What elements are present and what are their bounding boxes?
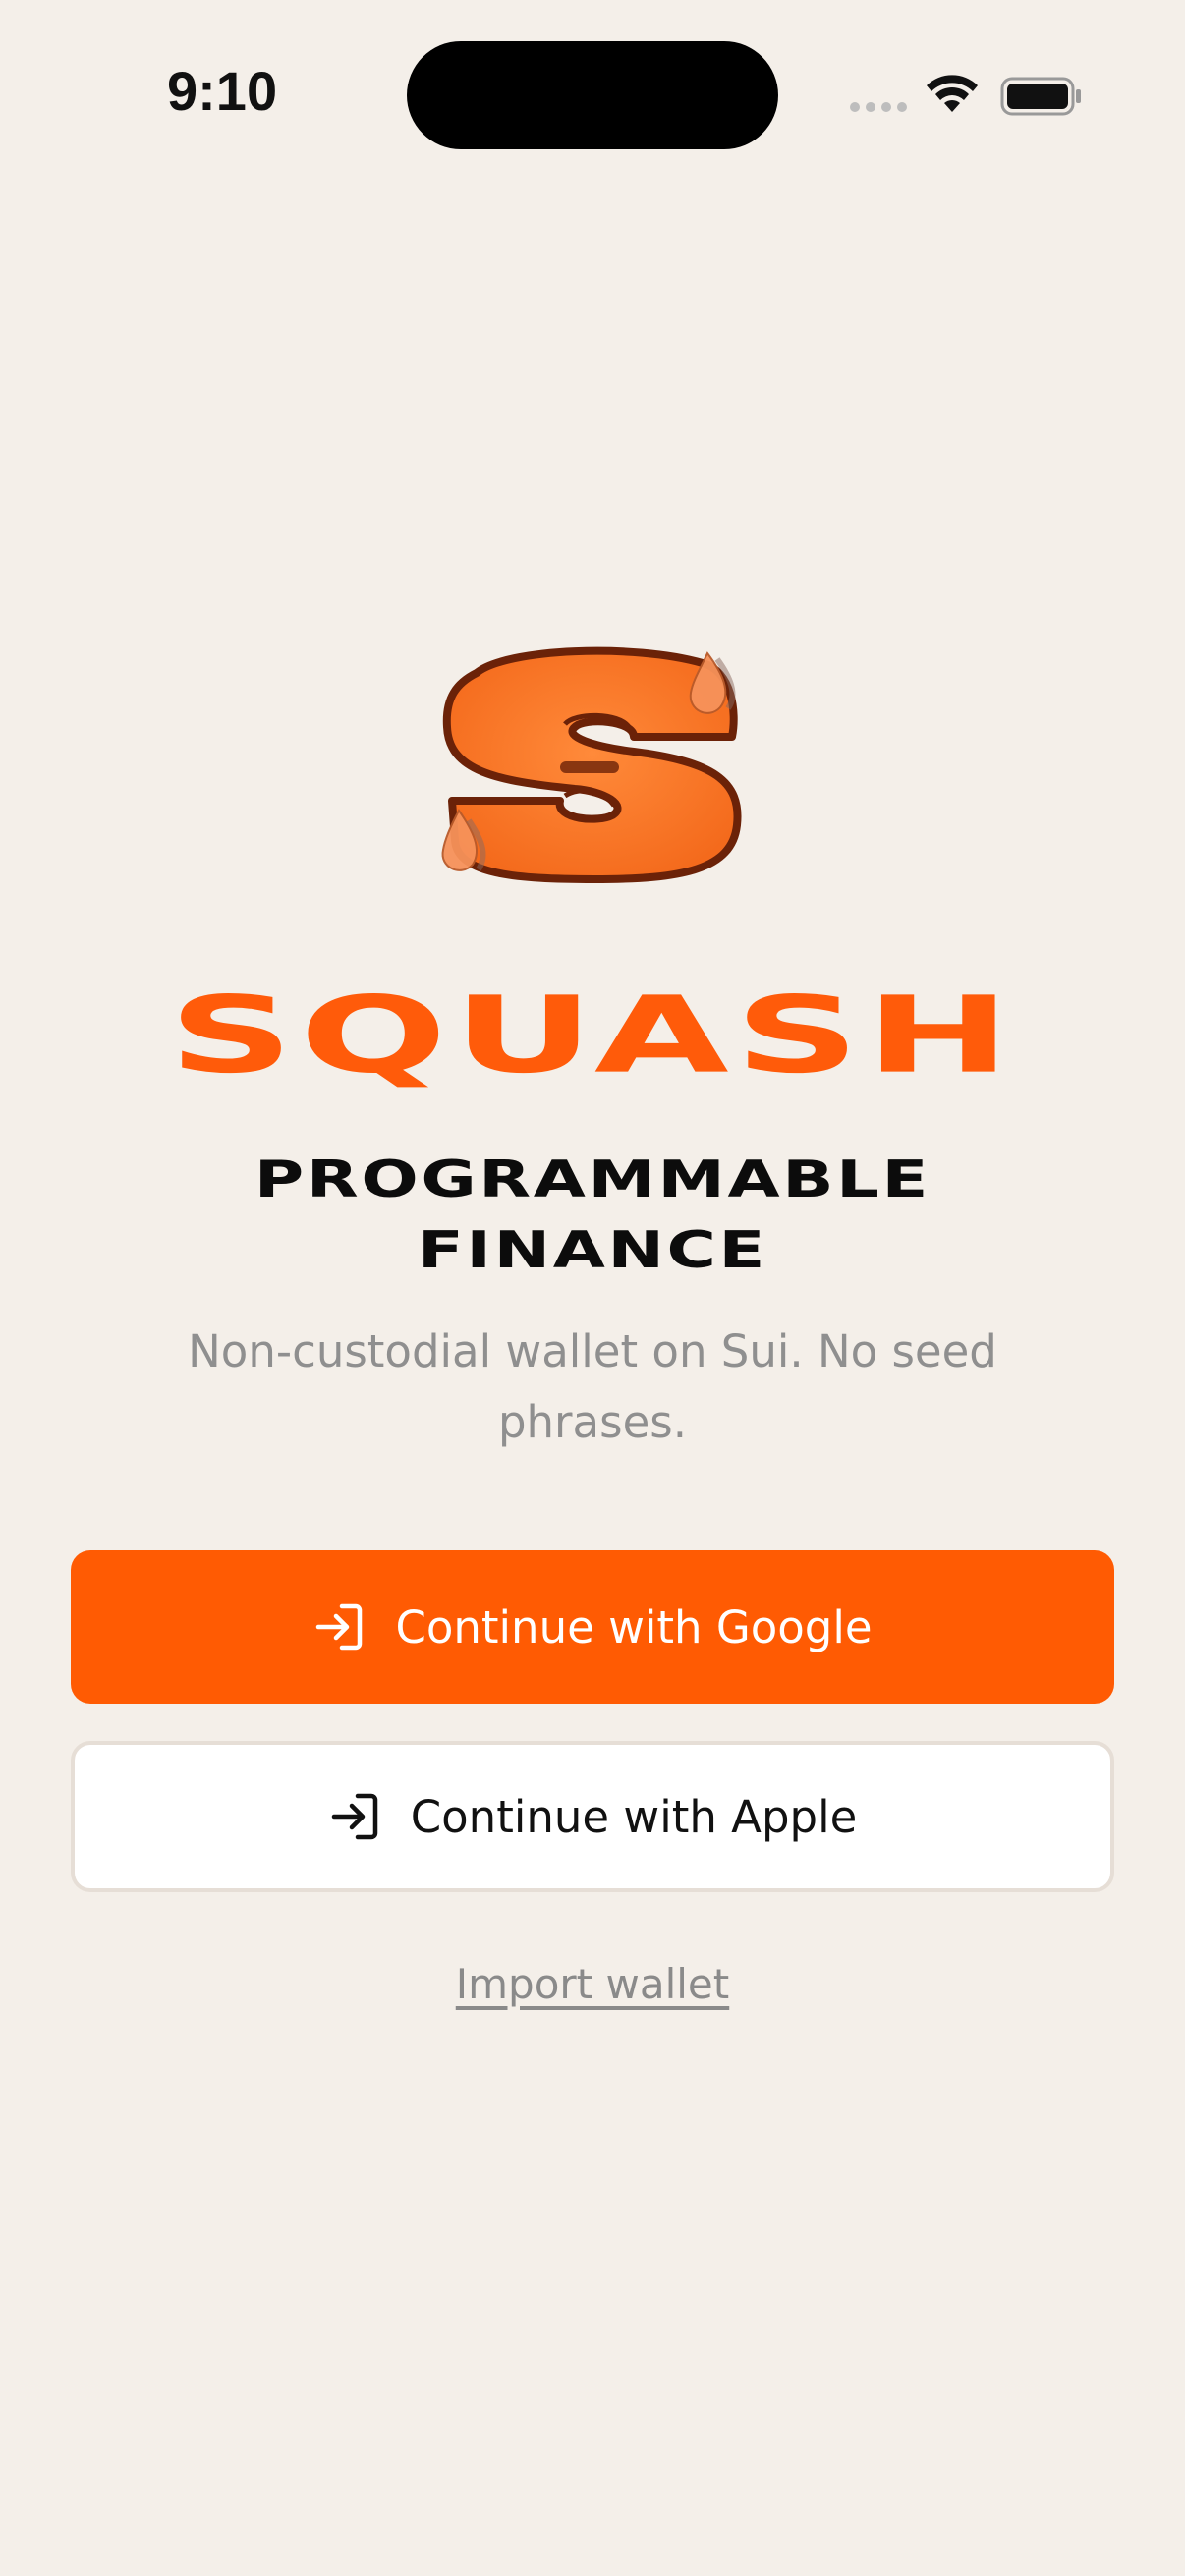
google-button-label: Continue with Google <box>395 1600 873 1653</box>
apple-button-label: Continue with Apple <box>410 1790 858 1843</box>
tagline: PROGRAMMABLE FINANCE <box>0 1145 1185 1286</box>
cellular-signal-icon <box>850 102 907 112</box>
squash-s-logo <box>441 646 742 883</box>
login-arrow-icon <box>316 1603 363 1651</box>
subtitle: Non-custodial wallet on Sui. No seed phr… <box>188 1325 997 1448</box>
status-time: 9:10 <box>167 60 278 122</box>
continue-with-apple-button[interactable]: Continue with Apple <box>71 1741 1114 1892</box>
wifi-icon <box>927 75 978 112</box>
brand-title: SQUASH <box>168 974 1017 1097</box>
continue-with-google-button[interactable]: Continue with Google <box>71 1550 1114 1704</box>
dynamic-island <box>407 41 778 149</box>
import-wallet-link[interactable]: Import wallet <box>0 1960 1185 2008</box>
login-arrow-icon <box>331 1793 377 1840</box>
login-screen: 9:10 SQUASH PROGRAMMABLE FINANCE Non-cus… <box>0 0 1185 2576</box>
tagline-line-1: PROGRAMMABLE <box>254 1150 931 1209</box>
battery-icon <box>1000 77 1081 116</box>
tagline-line-2: FINANCE <box>417 1221 768 1280</box>
